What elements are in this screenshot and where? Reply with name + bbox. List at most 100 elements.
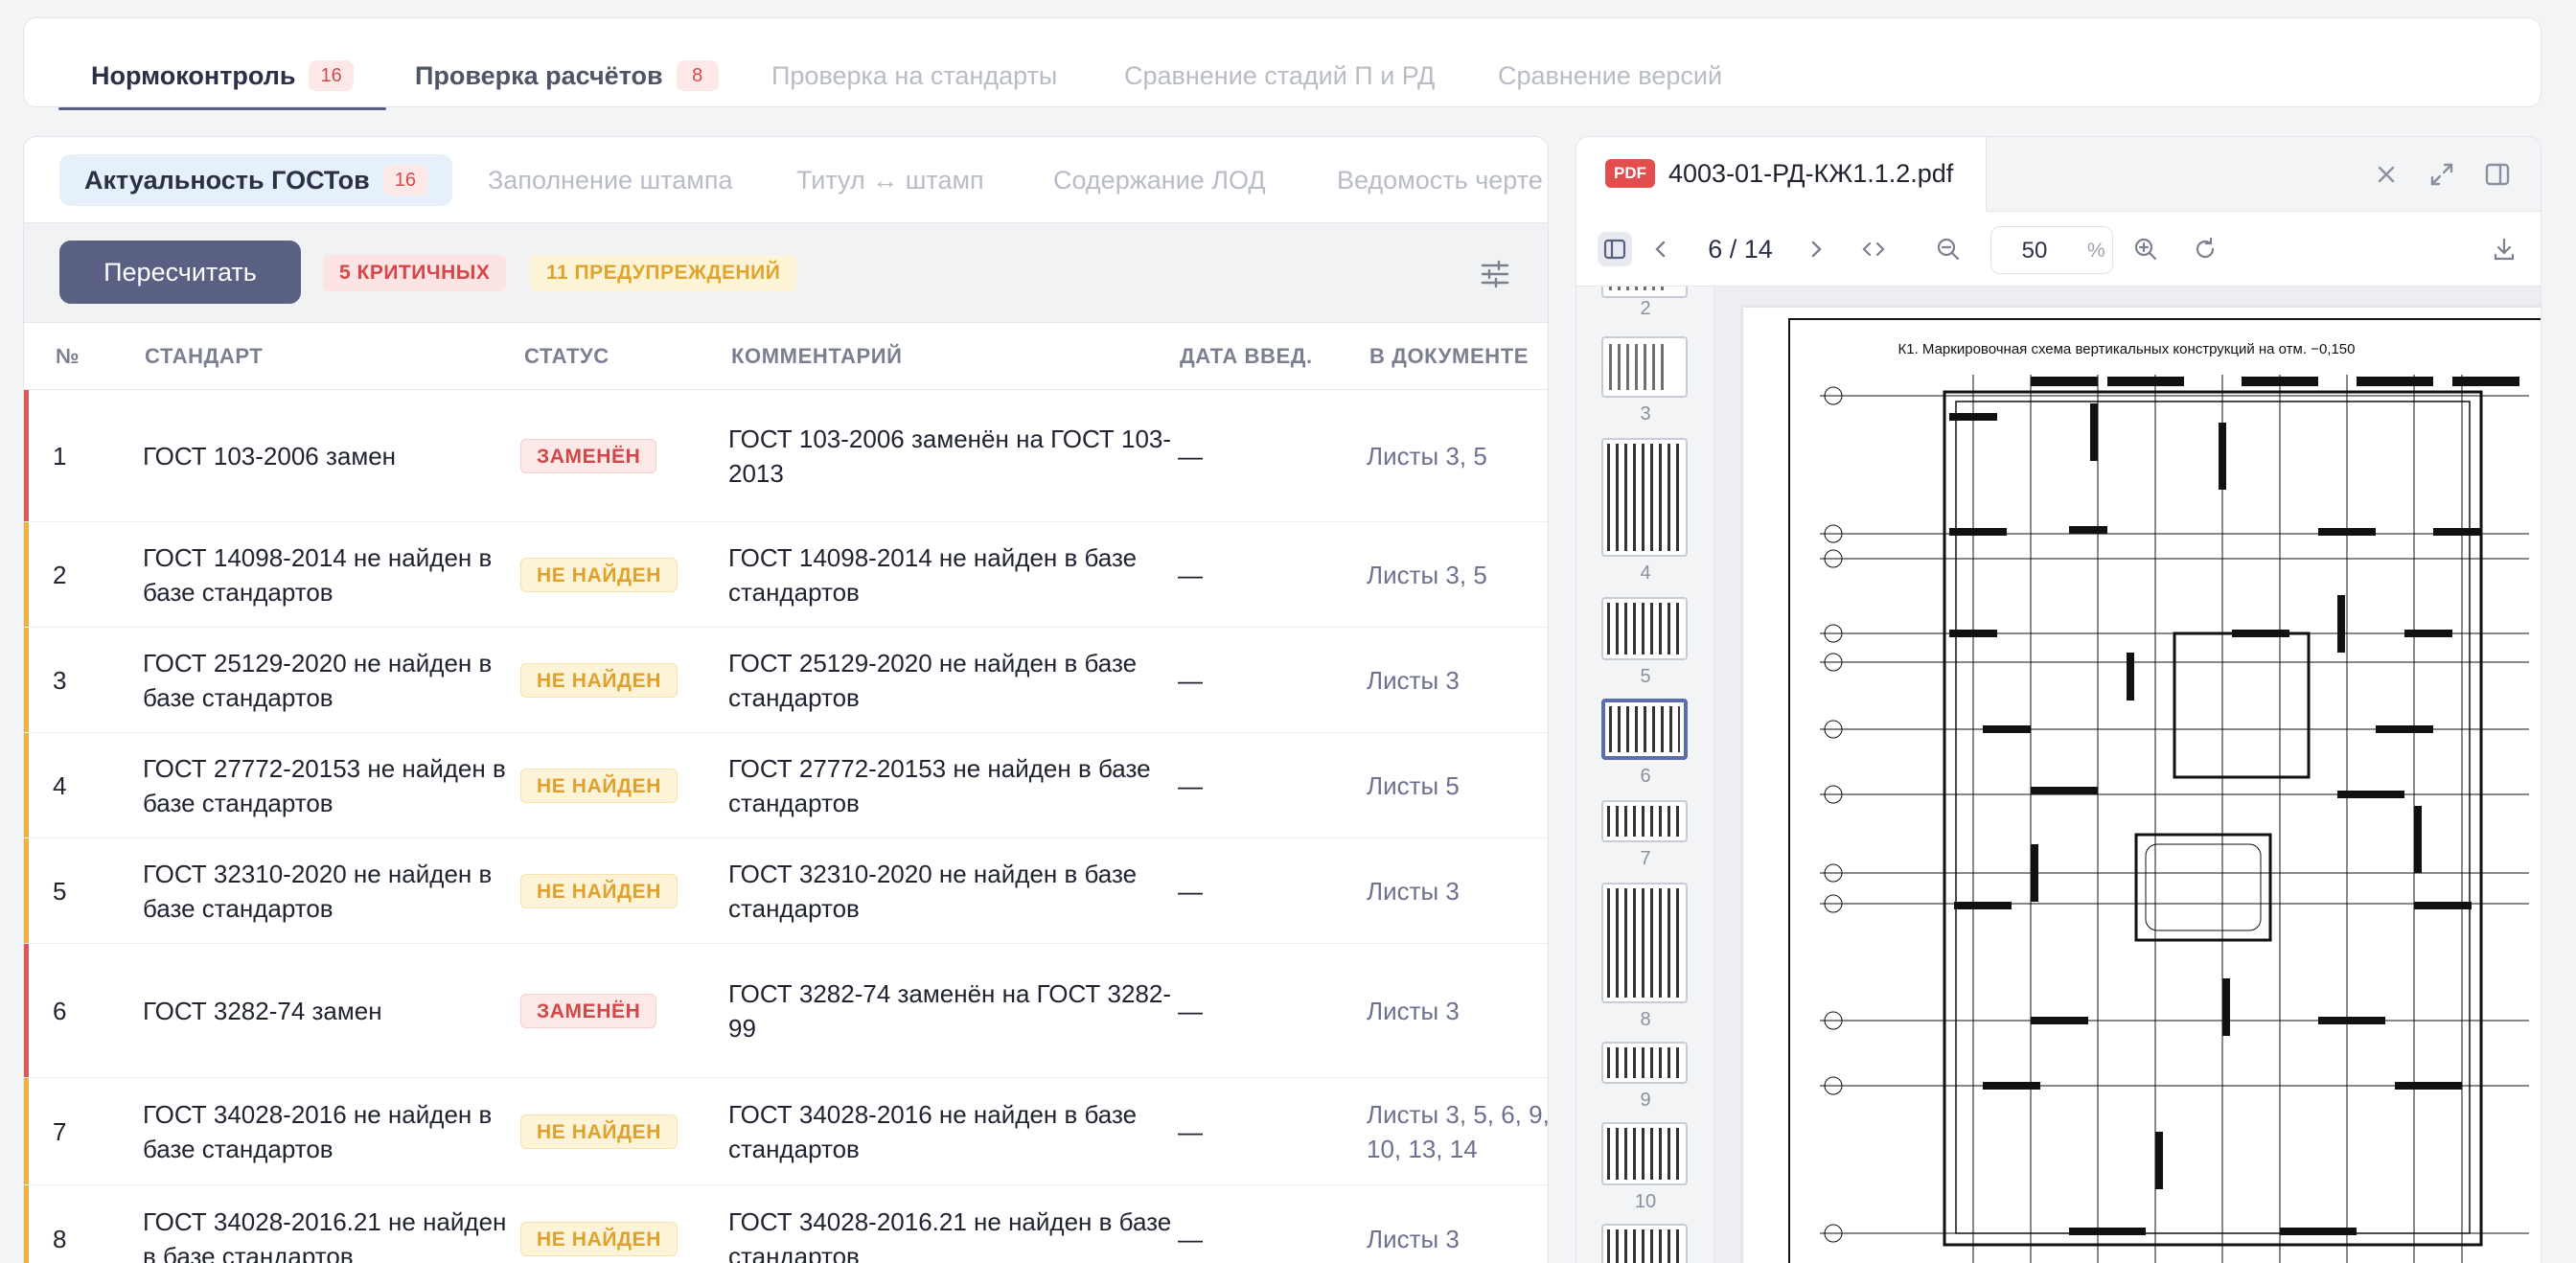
split-panel-icon[interactable] (2481, 158, 2514, 191)
download-icon[interactable] (2487, 232, 2521, 266)
recalculate-button[interactable]: Пересчитать (59, 241, 301, 304)
subtab-drawings-list[interactable]: Ведомость черте (1337, 154, 1543, 206)
warnings-count-badge: 11 ПРЕДУПРЕЖДЕНИЙ (530, 255, 797, 291)
subtab-lod-content[interactable]: Содержание ЛОД (1053, 154, 1266, 206)
row-comment: ГОСТ 27772-20153 не найден в базе станда… (728, 753, 1151, 817)
filter-settings-icon[interactable] (1479, 258, 1511, 290)
thumbnail-label: 3 (1640, 403, 1651, 425)
row-sheets-link[interactable]: Листы 5 (1367, 733, 1548, 838)
page-thumbnail[interactable] (1601, 1224, 1688, 1263)
zoom-input[interactable]: 50 % (1990, 226, 2113, 274)
tab-calc-check[interactable]: Проверка расчётов 8 (415, 41, 719, 110)
table-row[interactable]: 7 ГОСТ 34028-2016 не найден в базе станд… (24, 1078, 1548, 1185)
thumbnail-label: 2 (1640, 298, 1651, 319)
close-icon[interactable] (2370, 158, 2403, 191)
status-badge: НЕ НАЙДЕН (520, 873, 678, 908)
status-badge: НЕ НАЙДЕН (520, 662, 678, 698)
page-thumbnail[interactable] (1601, 336, 1688, 398)
tab-count-badge: 16 (309, 60, 354, 91)
row-severity-marker (24, 522, 29, 627)
table-row[interactable]: 4 ГОСТ 27772-20153 не найден в базе стан… (24, 733, 1548, 838)
pdf-page: К1. Маркировочная схема вертикальных кон… (1743, 308, 2541, 1263)
pdf-page-view[interactable]: К1. Маркировочная схема вертикальных кон… (1714, 287, 2541, 1263)
previous-page-icon[interactable] (1644, 232, 1678, 266)
subtab-label: Заполнение штампа (488, 165, 733, 195)
row-comment: ГОСТ 14098-2014 не найден в базе стандар… (728, 542, 1138, 607)
expand-icon[interactable] (2426, 158, 2458, 191)
active-tab-underline (58, 107, 386, 110)
pdf-toolbar: 6 / 14 50 % (1576, 212, 2541, 287)
row-date: — (1178, 560, 1203, 589)
page-thumbnail[interactable] (1601, 287, 1688, 298)
table-row[interactable]: 3 ГОСТ 25129-2020 не найден в базе станд… (24, 628, 1548, 733)
page-thumbnail[interactable] (1601, 883, 1688, 1003)
row-sheets-link[interactable]: Листы 3 (1367, 628, 1548, 732)
pdf-file-tab[interactable]: PDF 4003-01-РД-КЖ1.1.2.pdf (1576, 137, 1987, 212)
subtab-label: Титул ↔ штамп (796, 165, 984, 195)
row-date: — (1178, 876, 1203, 906)
row-date: — (1178, 665, 1203, 695)
page-thumbnail[interactable] (1601, 1042, 1688, 1084)
row-comment: ГОСТ 103-2006 заменён на ГОСТ 103-2013 (728, 424, 1172, 488)
row-sheets-link[interactable]: Листы 3 (1367, 1185, 1548, 1263)
row-number: 4 (53, 770, 67, 800)
table-header: № СТАНДАРТ СТАТУС КОММЕНТАРИЙ ДАТА ВВЕД.… (24, 323, 1548, 390)
page-thumbnail[interactable] (1601, 438, 1688, 557)
page-indicator: 6 / 14 (1708, 235, 1773, 264)
thumbnail-label: 9 (1640, 1090, 1651, 1111)
table-row[interactable]: 5 ГОСТ 32310-2020 не найден в базе станд… (24, 838, 1548, 944)
tab-label: Сравнение версий (1498, 60, 1723, 90)
status-badge: НЕ НАЙДЕН (520, 768, 678, 803)
row-severity-marker (24, 733, 29, 838)
check-subtabs: Актуальность ГОСТов 16 Заполнение штампа… (24, 137, 1548, 223)
tab-label: Нормоконтроль (91, 60, 296, 90)
zoom-in-icon[interactable] (2128, 232, 2163, 266)
next-page-icon[interactable] (1799, 232, 1833, 266)
status-badge: ЗАМЕНЁН (520, 993, 657, 1028)
tab-label: Проверка на стандарты (771, 60, 1058, 90)
zoom-out-icon[interactable] (1931, 232, 1966, 266)
row-number: 5 (53, 876, 67, 906)
row-standard: ГОСТ 103-2006 замен (143, 441, 397, 471)
row-number: 1 (53, 441, 67, 471)
tab-versions-compare[interactable]: Сравнение версий (1498, 41, 1722, 110)
table-row[interactable]: 8 ГОСТ 34028-2016.21 не найден в базе ст… (24, 1185, 1548, 1263)
column-header-number: № (56, 344, 80, 368)
subtab-gost-actuality[interactable]: Актуальность ГОСТов 16 (59, 154, 453, 206)
subtab-title-stamp[interactable]: Титул ↔ штамп (796, 154, 984, 206)
column-header-status[interactable]: СТАТУС (524, 323, 610, 390)
row-sheets-link[interactable]: Листы 3 (1367, 838, 1548, 943)
tab-label: Сравнение стадий П и РД (1124, 60, 1436, 90)
code-view-icon[interactable] (1856, 232, 1891, 266)
page-thumbnail[interactable] (1601, 800, 1688, 842)
page-thumbnail[interactable] (1601, 1122, 1688, 1185)
zoom-unit: % (2087, 240, 2105, 262)
table-row[interactable]: 6 ГОСТ 3282-74 замен ЗАМЕНЁН ГОСТ 3282-7… (24, 944, 1548, 1078)
tab-normocontrol[interactable]: Нормоконтроль 16 (58, 41, 386, 110)
column-header-standard[interactable]: СТАНДАРТ (145, 323, 263, 390)
rotate-icon[interactable] (2188, 232, 2222, 266)
column-header-comment[interactable]: КОММЕНТАРИЙ (731, 323, 903, 390)
pdf-file-icon: PDF (1605, 159, 1655, 188)
row-sheets-link[interactable]: Листы 3, 5 (1367, 522, 1548, 627)
critical-count-badge: 5 КРИТИЧНЫХ (323, 255, 507, 291)
subtab-count-badge: 16 (382, 165, 428, 195)
page-thumbnail[interactable] (1601, 597, 1688, 660)
row-sheets-link[interactable]: Листы 3, 5, 6, 9, 10, 13, 14 (1367, 1078, 1548, 1184)
thumbnail-label: 4 (1640, 563, 1651, 584)
column-header-in-document[interactable]: В ДОКУМЕНТЕ (1369, 323, 1529, 390)
row-number: 6 (53, 996, 67, 1025)
sidebar-toggle-icon[interactable] (1598, 232, 1632, 266)
pdf-viewer-header: PDF 4003-01-РД-КЖ1.1.2.pdf (1576, 137, 2541, 212)
row-sheets-link[interactable]: Листы 3 (1367, 944, 1548, 1077)
column-header-date[interactable]: ДАТА ВВЕД. (1180, 323, 1313, 390)
subtab-stamp-fill[interactable]: Заполнение штампа (488, 154, 733, 206)
table-row[interactable]: 1 ГОСТ 103-2006 замен ЗАМЕНЁН ГОСТ 103-2… (24, 390, 1548, 522)
row-sheets-link[interactable]: Листы 3, 5 (1367, 390, 1548, 521)
page-thumbnail-current[interactable] (1601, 699, 1688, 760)
structural-drawing: К1. Маркировочная схема вертикальных кон… (1788, 318, 2541, 1263)
tab-label: Проверка расчётов (415, 60, 663, 90)
tab-standards-check[interactable]: Проверка на стандарты (771, 41, 1057, 110)
table-row[interactable]: 2 ГОСТ 14098-2014 не найден в базе станд… (24, 522, 1548, 628)
tab-stages-compare[interactable]: Сравнение стадий П и РД (1124, 41, 1435, 110)
